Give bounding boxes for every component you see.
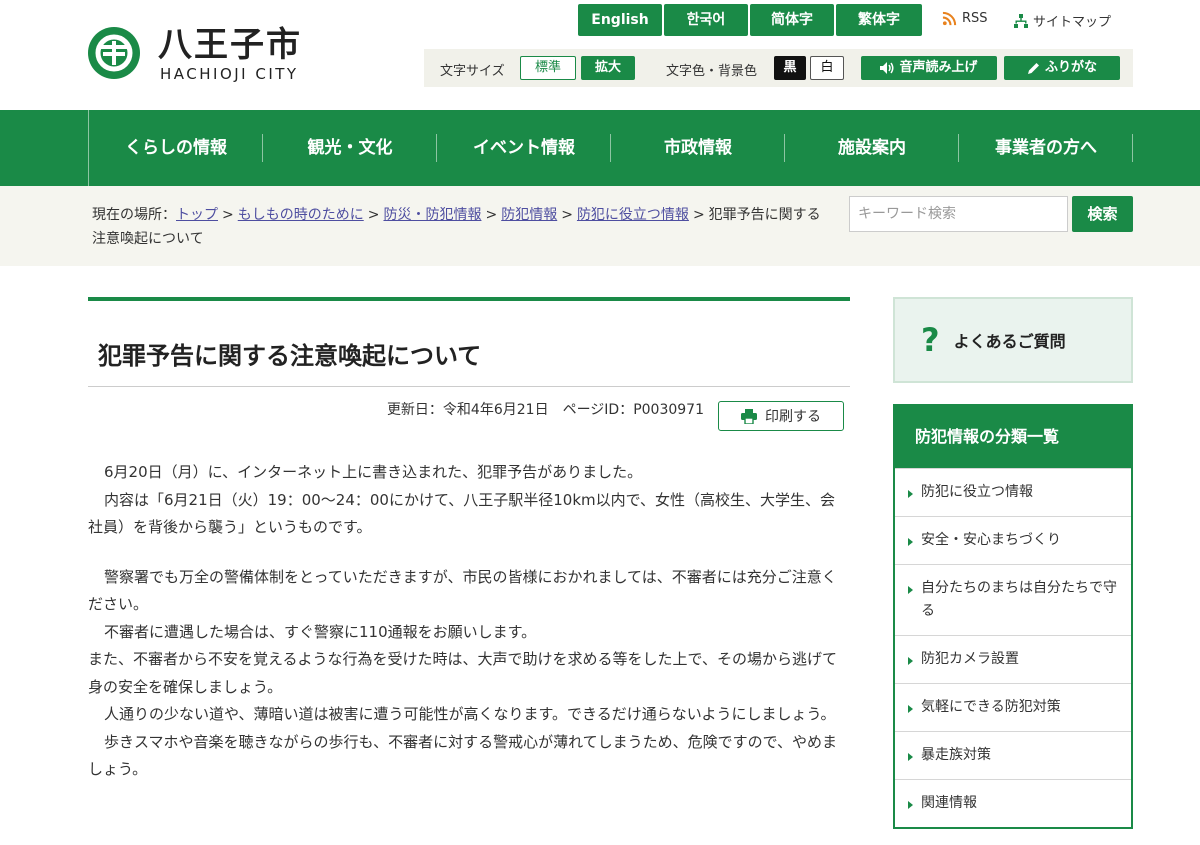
breadcrumb-link-emergency[interactable]: もしもの時のために [238,207,364,223]
speaker-icon [880,62,894,74]
read-aloud-label: 音声読み上げ [899,60,978,75]
category-item-biker-gangs[interactable]: 暴走族対策 [895,731,1131,779]
rss-icon [942,11,957,26]
faq-banner[interactable]: ? よくあるご質問 [893,297,1133,383]
color-label: 文字色・背景色 [666,64,758,79]
article-paragraph: 不審者に遭遇した場合は、すぐ警察に110通報をお願いします。 [104,622,537,641]
breadcrumb-band: 現在の場所：トップ > もしもの時のために > 防災・防犯情報 > 防犯情報 > 防犯に役立つ情… [0,186,1200,266]
breadcrumb-separator: > [485,207,498,223]
update-date-page-id: 更新日：令和4年6月21日 ページID：P0030971 [386,402,704,418]
site-logo[interactable]: 八王子市 HACHIOJI CITY [88,25,328,87]
page-title: 犯罪予告に関する注意喚起について [88,301,850,387]
printer-icon [741,408,757,424]
breadcrumb-link-top[interactable]: トップ [176,207,218,223]
font-standard-button[interactable]: 標準 [520,56,576,80]
breadcrumb-separator: > [561,207,573,223]
sitemap-icon [1014,13,1028,28]
furigana-button[interactable]: ふりがな [1004,56,1120,80]
category-item-useful-info[interactable]: 防犯に役立つ情報 [895,468,1131,516]
article-paragraph: また、不審者から不安を覚えるような行為を受けた時は、大声で助けを求める等をした上… [88,650,837,696]
breadcrumb-separator: > [222,207,234,223]
lang-english-button[interactable]: English [578,4,662,36]
pencil-icon [1027,62,1039,74]
article-body: 6月20日（月）に、インターネット上に書き込まれた、犯罪予告がありました。 内容… [88,459,850,784]
rss-label: RSS [962,11,988,26]
font-large-button[interactable]: 拡大 [581,56,635,80]
category-item-safe-town[interactable]: 安全・安心まちづくり [895,516,1131,564]
nav-life-info[interactable]: くらしの情報 [89,110,263,186]
search-input[interactable]: キーワード検索 [849,196,1068,232]
nav-tourism-culture[interactable]: 観光・文化 [263,110,437,186]
page-meta: 更新日：令和4年6月21日 ページID：P0030971 印刷する [88,387,850,437]
font-size-label: 文字サイズ [440,64,505,79]
nav-events[interactable]: イベント情報 [437,110,611,186]
search-button[interactable]: 検索 [1072,196,1133,232]
article-paragraph: 人通りの少ない道や、薄暗い道は被害に遭う可能性が高くなります。できるだけ通らない… [104,705,836,723]
lang-traditional-chinese-button[interactable]: 繁体字 [836,4,922,36]
breadcrumb-link-useful-info[interactable]: 防犯に役立つ情報 [577,207,689,223]
logo-text-en: HACHIOJI CITY [160,65,299,83]
nav-facilities[interactable]: 施設案内 [785,110,959,186]
furigana-label: ふりがな [1044,60,1097,75]
question-mark-icon: ? [921,321,940,359]
language-switcher: English 한국어 简体字 繁体字 [578,4,922,36]
color-black-button[interactable]: 黒 [774,56,806,80]
rss-link[interactable]: RSS [942,11,988,26]
nav-city-admin[interactable]: 市政情報 [611,110,785,186]
accessibility-toolbar: 文字サイズ 標準 拡大 文字色・背景色 黒 白 音声読み上げ ふりがな [424,49,1133,87]
breadcrumb-link-disaster-crime[interactable]: 防災・防犯情報 [383,207,481,223]
site-header: 八王子市 HACHIOJI CITY English 한국어 简体字 繁体字 R… [0,0,1200,110]
global-nav: くらしの情報 観光・文化 イベント情報 市政情報 施設案内 事業者の方へ [0,110,1200,186]
read-aloud-button[interactable]: 音声読み上げ [861,56,997,80]
breadcrumb-label: 現在の場所： [92,207,176,223]
sitemap-link[interactable]: サイトマップ [1014,11,1111,30]
breadcrumb-link-crime-info[interactable]: 防犯情報 [501,207,557,223]
breadcrumb-separator: > [367,207,380,223]
logo-mark-icon [88,27,140,79]
print-label: 印刷する [765,409,821,425]
article-paragraph: 内容は「6月21日（火）19：00〜24：00にかけて、八王子駅半径10km以内… [88,490,836,537]
category-item-protect-our-town[interactable]: 自分たちのまちは自分たちで守る [895,564,1131,635]
nav-business[interactable]: 事業者の方へ [959,110,1133,186]
category-item-related-info[interactable]: 関連情報 [895,779,1131,827]
breadcrumb-separator: > [692,207,705,223]
category-item-security-camera[interactable]: 防犯カメラ設置 [895,635,1131,683]
logo-text-jp: 八王子市 [158,25,302,65]
breadcrumb: 現在の場所：トップ > もしもの時のために > 防災・防犯情報 > 防犯情報 > 防犯に役立つ情… [92,203,832,251]
category-item-easy-measures[interactable]: 気軽にできる防犯対策 [895,683,1131,731]
print-button[interactable]: 印刷する [718,401,844,431]
article-paragraph: 警察署でも万全の警備体制をとっていただきますが、市民の皆様におかれましては、不審… [88,567,837,614]
category-list: 防犯情報の分類一覧 防犯に役立つ情報 安全・安心まちづくり 自分たちのまちは自分… [893,404,1133,829]
color-white-button[interactable]: 白 [810,56,844,80]
main-content: 犯罪予告に関する注意喚起について 更新日：令和4年6月21日 ページID：P00… [88,297,850,784]
sitemap-label: サイトマップ [1033,15,1112,30]
lang-korean-button[interactable]: 한국어 [664,4,748,36]
category-list-title: 防犯情報の分類一覧 [895,406,1131,468]
lang-simplified-chinese-button[interactable]: 简体字 [750,4,834,36]
article-paragraph: 歩きスマホや音楽を聴きながらの歩行も、不審者に対する警戒心が薄れてしまうため、危… [88,732,838,779]
faq-label: よくあるご質問 [953,332,1066,351]
article-paragraph: 6月20日（月）に、インターネット上に書き込まれた、犯罪予告がありました。 [104,463,643,481]
